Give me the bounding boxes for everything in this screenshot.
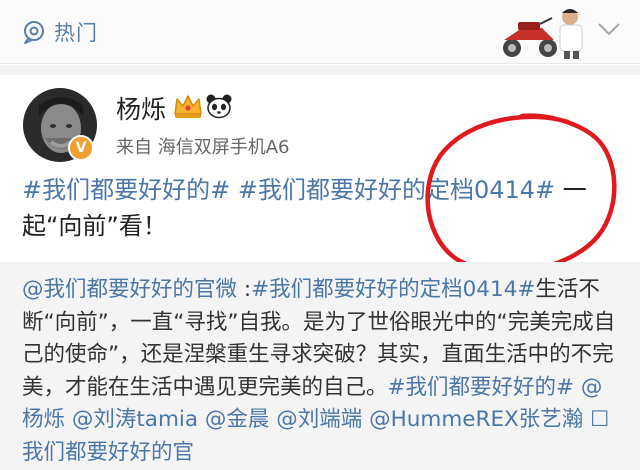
- top-bar: 热门: [0, 0, 640, 64]
- retweet-card[interactable]: @我们都要好好的官微 :#我们都要好好的定档0414#生活不断“向前”，一直“寻…: [0, 262, 640, 470]
- post-text: #我们都要好好的# #我们都要好好的定档0414# 一起“向前”看！: [22, 172, 622, 244]
- hashtag-link[interactable]: #我们都要好好的定档0414#: [238, 176, 555, 204]
- mention-link[interactable]: @刘端端: [276, 407, 362, 432]
- mention-link[interactable]: @金晨: [205, 407, 270, 432]
- body-text: [198, 407, 205, 432]
- body-text: [574, 375, 581, 400]
- verified-badge: V: [68, 135, 94, 161]
- body-text: :: [237, 277, 252, 302]
- mention-link[interactable]: @HummeREX张艺瀚: [369, 407, 583, 432]
- retweet-text: @我们都要好好的官微 :#我们都要好好的定档0414#生活不断“向前”，一直“寻…: [22, 274, 622, 469]
- hashtag-link[interactable]: #我们都要好好的定档0414#: [251, 277, 535, 302]
- post-source: 来自 海信双屏手机A6: [116, 137, 290, 158]
- panda-icon: [206, 94, 232, 119]
- chevron-down-icon[interactable]: [596, 18, 622, 40]
- hot-tab-label: 热门: [54, 21, 98, 45]
- hashtag-link[interactable]: #我们都要好好的#: [388, 375, 575, 400]
- section-divider: [0, 65, 640, 75]
- hot-tab[interactable]: 热门: [22, 14, 98, 50]
- promo-banner-illustration[interactable]: [492, 4, 596, 60]
- crown-icon: [174, 95, 202, 118]
- mention-link[interactable]: @刘涛tamia: [72, 407, 198, 432]
- hashtag-link[interactable]: #我们都要好好的#: [22, 176, 230, 204]
- mention-link[interactable]: @我们都要好好的官微: [22, 277, 237, 302]
- post-author-name[interactable]: 杨烁: [116, 90, 166, 126]
- location-pin-icon: [24, 21, 44, 44]
- body-text: [65, 407, 72, 432]
- body-text: [230, 176, 238, 204]
